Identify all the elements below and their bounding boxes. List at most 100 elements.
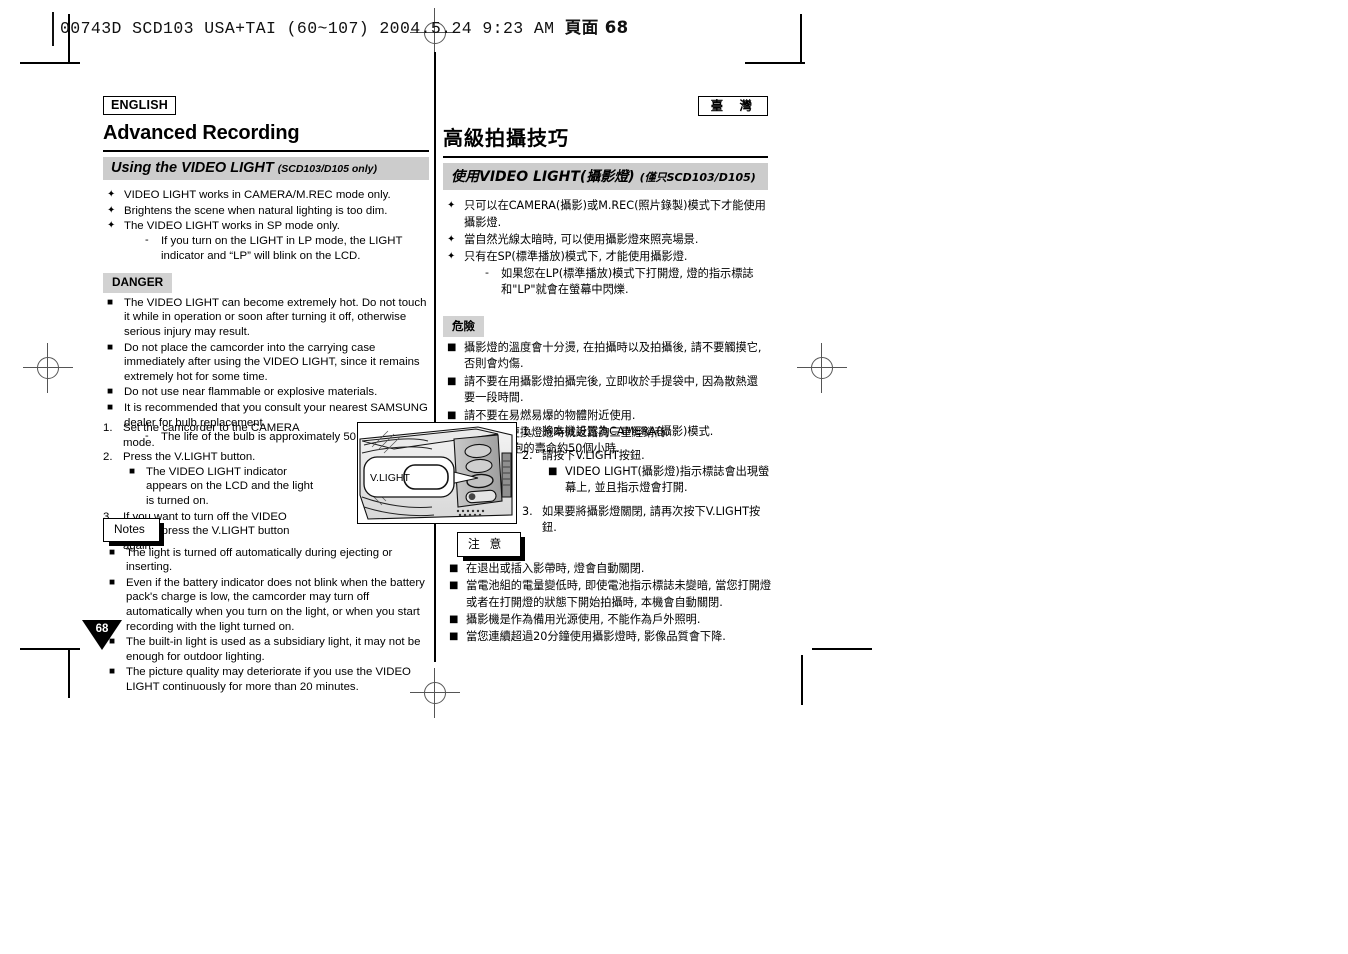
danger-label-english: DANGER [103, 273, 173, 293]
list-item-text: Do not place the camcorder into the carr… [124, 341, 420, 383]
slug-page-label: 頁面 68 [564, 18, 629, 37]
list-item: ■ VIDEO LIGHT(攝影燈)指示標誌會出現螢幕上, 並且指示燈會打開. [544, 464, 772, 496]
crop-mark-top-right-vertical [800, 14, 802, 62]
chinese-step-sublist: ■ VIDEO LIGHT(攝影燈)指示標誌會出現螢幕上, 並且指示燈會打開. [542, 464, 772, 496]
list-item-text: 請不要在易燃易爆的物體附近使用. [464, 408, 636, 422]
flower-bullet-icon: ✦ [447, 251, 456, 263]
step-text: Press the V.LIGHT button. [123, 451, 256, 464]
flower-bullet-icon: ✦ [107, 220, 116, 232]
notes-label-english: Notes [103, 518, 164, 546]
dash-bullet-icon: - [485, 265, 489, 279]
english-notes-block: Notes ■ The light is turned off automatic… [103, 508, 433, 696]
language-badge-chinese: 臺 灣 [697, 96, 768, 117]
list-item: ■ The built-in light is used as a subsidi… [105, 635, 433, 664]
english-intro-list: ✦ VIDEO LIGHT works in CAMERA/M.REC mode … [103, 188, 429, 263]
list-item-text: The VIDEO LIGHT indicator appears on the… [146, 465, 314, 507]
square-bullet-icon: ■ [107, 341, 114, 353]
page-number-badge: 68 [82, 620, 122, 650]
square-bullet-icon: ■ [449, 580, 459, 592]
list-item: ■ 當電池組的電量變低時, 即使電池指示標誌未變暗, 當您打開燈或者在打開燈的狀態… [445, 578, 773, 610]
english-intro-sublist: - If you turn on the LIGHT in LP mode, th… [124, 234, 429, 263]
chinese-notes-list: ■ 在退出或插入影帶時, 燈會自動關閉. ■ 當電池組的電量變低時, 即使電池指示標… [443, 561, 773, 645]
chapter-title-chinese: 高級拍攝技巧 [443, 126, 569, 150]
list-item-text: The light is turned off automatically du… [126, 546, 393, 574]
notes-label-text: 注 意 [468, 537, 505, 551]
square-bullet-icon: ■ [107, 296, 114, 308]
page-number-text: 68 [95, 623, 109, 635]
slug-text: 00743D SCD103 USA+TAI (60~107) 2004.5.24… [60, 19, 555, 38]
step-item: 2. Press the V.LIGHT button. ■ The VIDEO L… [103, 450, 315, 508]
flower-bullet-icon: ✦ [447, 200, 456, 212]
square-bullet-icon: ■ [129, 465, 136, 477]
list-item-text: Even if the battery indicator does not b… [126, 576, 425, 633]
step-number: 1. [522, 425, 533, 438]
list-item-text: 如果您在LP(標準播放)模式下打開燈, 燈的指示標誌和"LP"就會在螢幕中閃爍. [501, 266, 754, 297]
chinese-notes-block: 注 意 ■ 在退出或插入影帶時, 燈會自動關閉. ■ 當電池組的電量變低時, 即使電… [443, 522, 773, 646]
square-bullet-icon: ■ [548, 466, 558, 477]
list-item-text: 在退出或插入影帶時, 燈會自動關閉. [466, 562, 645, 576]
square-bullet-icon: ■ [449, 631, 459, 643]
step-text: 請按下V.LIGHT按鈕. [542, 449, 645, 462]
list-item: ■ 請不要在用攝影燈拍攝完後, 立即收於手提袋中, 因為散熱還要一段時間. [443, 374, 768, 407]
step-number: 2. [103, 451, 113, 464]
registration-mark-right [797, 343, 847, 393]
section-bar-english: Using the VIDEO LIGHT (SCD103/D105 only) [103, 157, 429, 181]
notes-label-text: Notes [114, 522, 145, 536]
step-item: 1. Set the camcorder to the CAMERA mode. [103, 421, 315, 450]
registration-mark-left [23, 343, 73, 393]
chapter-title-english: Advanced Recording [103, 122, 300, 144]
section-note-english: (SCD103/D105 only) [277, 163, 377, 176]
step-number: 3. [522, 505, 533, 518]
list-item-text: 攝影機是作為備用光源使用, 不能作為戶外照明. [466, 612, 701, 626]
step-text: 將本機設置為CAMERA(攝影)模式. [542, 425, 714, 438]
chinese-column: 臺 灣 高級拍攝技巧 使用VIDEO LIGHT(攝影燈) (僅只SCD103/… [443, 96, 768, 459]
list-item: ✦ VIDEO LIGHT works in CAMERA/M.REC mode … [103, 188, 429, 203]
chinese-intro-body: ✦ 只可以在CAMERA(攝影)或M.REC(照片錄製)模式下才能使用攝影燈. ✦… [443, 198, 768, 458]
list-item: ✦ 只有在SP(標準播放)模式下, 才能使用攝影燈. - 如果您在LP(標準播放)模… [443, 249, 768, 298]
section-title-english: Using the VIDEO LIGHT [111, 160, 274, 177]
step-item: 2. 請按下V.LIGHT按鈕. ■ VIDEO LIGHT(攝影燈)指示標誌會出現… [522, 448, 772, 496]
crop-mark-top-right-horizontal [745, 62, 805, 64]
section-title-chinese: 使用VIDEO LIGHT(攝影燈) [451, 169, 635, 186]
english-intro-body: ✦ VIDEO LIGHT works in CAMERA/M.REC mode … [103, 188, 429, 445]
square-bullet-icon: ■ [109, 546, 116, 558]
square-bullet-icon: ■ [107, 401, 114, 413]
flower-bullet-icon: ✦ [107, 189, 116, 201]
square-bullet-icon: ■ [449, 613, 459, 625]
list-item: ■ The VIDEO LIGHT can become extremely ho… [103, 296, 429, 340]
english-badge-row: ENGLISH [103, 96, 429, 116]
flower-bullet-icon: ✦ [447, 234, 456, 245]
list-item: ■ 當您連續超過20分鐘使用攝影燈時, 影像品質會下降. [445, 629, 773, 645]
column-divider [434, 52, 436, 662]
list-item-text: Do not use near flammable or explosive m… [124, 386, 378, 399]
english-step-sublist: ■ The VIDEO LIGHT indicator appears on th… [123, 465, 315, 509]
list-item-text: 攝影燈的溫度會十分燙, 在拍攝時以及拍攝後, 請不要觸摸它, 否則會灼傷. [464, 341, 762, 371]
list-item-text: The VIDEO LIGHT works in SP mode only. [124, 220, 340, 233]
list-item-text: The VIDEO LIGHT can become extremely hot… [124, 296, 427, 338]
list-item: ■ 攝影燈的溫度會十分燙, 在拍攝時以及拍攝後, 請不要觸摸它, 否則會灼傷. [443, 340, 768, 373]
section-bar-chinese: 使用VIDEO LIGHT(攝影燈) (僅只SCD103/D105) [443, 163, 768, 191]
crop-mark-bottom-right-vertical [801, 655, 803, 705]
list-item: ✦ 當自然光線太暗時, 可以使用攝影燈來照亮場景. [443, 232, 768, 248]
list-item: ■ The picture quality may deteriorate if … [105, 665, 433, 694]
chapter-rule-english [103, 150, 429, 153]
square-bullet-icon: ■ [109, 666, 116, 678]
list-item: ✦ Brightens the scene when natural lighti… [103, 204, 429, 219]
camcorder-drawing: V.LIGHT [358, 423, 514, 521]
list-item-text: 當自然光線太暗時, 可以使用攝影燈來照亮場景. [464, 233, 699, 246]
english-notes-list: ■ The light is turned off automatically d… [103, 546, 433, 695]
list-item-text: 只可以在CAMERA(攝影)或M.REC(照片錄製)模式下才能使用攝影燈. [464, 199, 766, 229]
list-item-text: VIDEO LIGHT(攝影燈)指示標誌會出現螢幕上, 並且指示燈會打開. [565, 465, 770, 494]
chinese-steps-list: 1. 將本機設置為CAMERA(攝影)模式. 2. 請按下V.LIGHT按鈕. ■ V… [522, 424, 772, 536]
callout-label-text: V.LIGHT [370, 472, 410, 484]
chinese-intro-sublist: - 如果您在LP(標準播放)模式下打開燈, 燈的指示標誌和"LP"就會在螢幕中閃爍… [464, 266, 768, 299]
dash-bullet-icon: - [145, 233, 149, 246]
danger-label-chinese: 危險 [443, 315, 484, 338]
list-item-text: If you turn on the LIGHT in LP mode, the… [161, 234, 403, 262]
square-bullet-icon: ■ [107, 386, 114, 398]
list-item-text: Brightens the scene when natural lightin… [124, 204, 388, 217]
chapter-rule-chinese [443, 156, 768, 159]
manual-page: 00743D SCD103 USA+TAI (60~107) 2004.5.24… [0, 0, 1348, 954]
list-item-text: The picture quality may deteriorate if y… [126, 666, 411, 693]
list-item: - If you turn on the LIGHT in LP mode, th… [144, 234, 429, 263]
